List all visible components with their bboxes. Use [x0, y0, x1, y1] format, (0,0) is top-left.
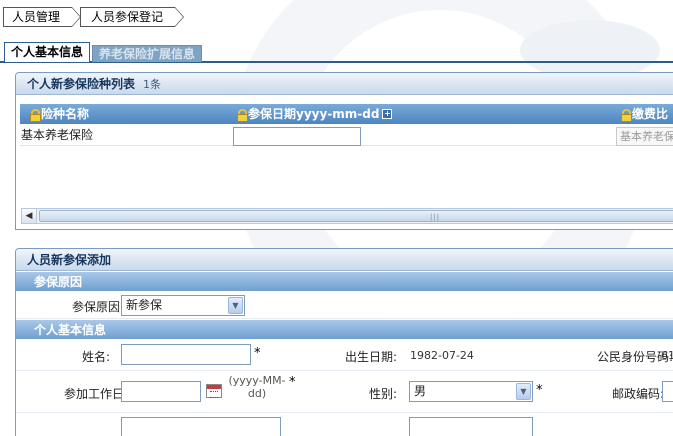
tab-pension-extension[interactable]: 养老保险扩展信息: [92, 45, 203, 62]
next-row-input[interactable]: [121, 417, 281, 436]
rate-field: 基本养老保: [616, 127, 673, 146]
sort-icon[interactable]: +: [382, 109, 393, 119]
work-date-input[interactable]: [121, 381, 201, 402]
table-row: 基本养老保险 基本养老保: [20, 124, 673, 146]
lock-icon: [621, 108, 632, 122]
basic-info-section-header: 个人基本信息: [16, 319, 673, 339]
date-format-hint: (yyyy-MM-dd): [228, 374, 286, 400]
birth-date-label: 出生日期:: [344, 350, 397, 364]
required-mark: *: [254, 346, 261, 361]
zip-code-input[interactable]: [662, 381, 673, 402]
next-row: [16, 413, 673, 436]
add-panel-header: 人员新参保添加: [16, 249, 673, 271]
background-watermark-shape: [520, 20, 660, 80]
column-insurance-name[interactable]: 险种名称: [30, 106, 89, 122]
lock-icon: [30, 108, 41, 122]
enroll-date-input[interactable]: [233, 127, 361, 146]
grid-header: 险种名称 参保日期yyyy-mm-dd + 缴费比: [20, 104, 673, 124]
tab-basic-info[interactable]: 个人基本信息: [4, 42, 91, 62]
reason-select[interactable]: 新参保 ▼: [121, 295, 245, 316]
name-input[interactable]: [121, 344, 251, 365]
insurance-list-panel: 个人新参保险种列表 1条 险种名称 参保日期yyyy-mm-dd + 缴费比 基本养…: [15, 72, 673, 230]
zip-code-label: 邮政编码:: [611, 387, 664, 401]
cell-insurance-name: 基本养老保险: [21, 128, 94, 142]
add-panel-title: 人员新参保添加: [27, 253, 112, 267]
calendar-icon[interactable]: [206, 384, 222, 398]
insurance-list-header: 个人新参保险种列表 1条: [16, 73, 673, 95]
add-insurance-panel: 人员新参保添加 参保原因 参保原因: 新参保 ▼ 个人基本信息 姓名: * 出生…: [15, 248, 673, 436]
required-mark: *: [289, 375, 296, 390]
scroll-left-icon[interactable]: ◀: [22, 209, 37, 223]
grip-icon: |||: [430, 213, 441, 221]
column-rate[interactable]: 缴费比: [621, 106, 668, 122]
chevron-down-icon[interactable]: ▼: [516, 383, 531, 400]
name-label: 姓名:: [81, 350, 110, 364]
scroll-thumb[interactable]: |||: [39, 210, 673, 222]
reason-label: 参保原因:: [71, 300, 124, 314]
chevron-down-icon[interactable]: ▼: [228, 297, 243, 314]
lock-icon: [237, 108, 248, 122]
insurance-list-title: 个人新参保险种列表: [27, 77, 136, 91]
column-enroll-date[interactable]: 参保日期yyyy-mm-dd +: [237, 106, 393, 122]
birth-date-value: 1982-07-24: [410, 349, 474, 362]
horizontal-scrollbar[interactable]: ◀ |||: [21, 208, 673, 224]
insurance-list-count: 1条: [143, 78, 162, 91]
breadcrumb-item-personnel[interactable]: 人员管理: [3, 7, 82, 27]
reason-section-header: 参保原因: [16, 271, 673, 291]
work-date-row: 参加工作日期: (yyyy-MM-dd) * 性别: 男 ▼ * 邮政编码:: [16, 371, 673, 413]
breadcrumb-item-registration[interactable]: 人员参保登记: [80, 7, 185, 27]
gender-label: 性别:: [368, 387, 397, 401]
required-mark: *: [536, 383, 543, 398]
gender-select[interactable]: 男 ▼: [409, 381, 533, 402]
reason-row: 参保原因: 新参保 ▼: [16, 291, 673, 319]
breadcrumb: 人员管理 人员参保登记: [3, 7, 185, 27]
tab-bar: 个人基本信息 养老保险扩展信息: [4, 42, 204, 62]
next-row-select[interactable]: [409, 417, 533, 436]
id-number-value: 61: [661, 349, 673, 362]
name-row: 姓名: * 出生日期: 1982-07-24 公民身份号码: 61: [16, 339, 673, 371]
